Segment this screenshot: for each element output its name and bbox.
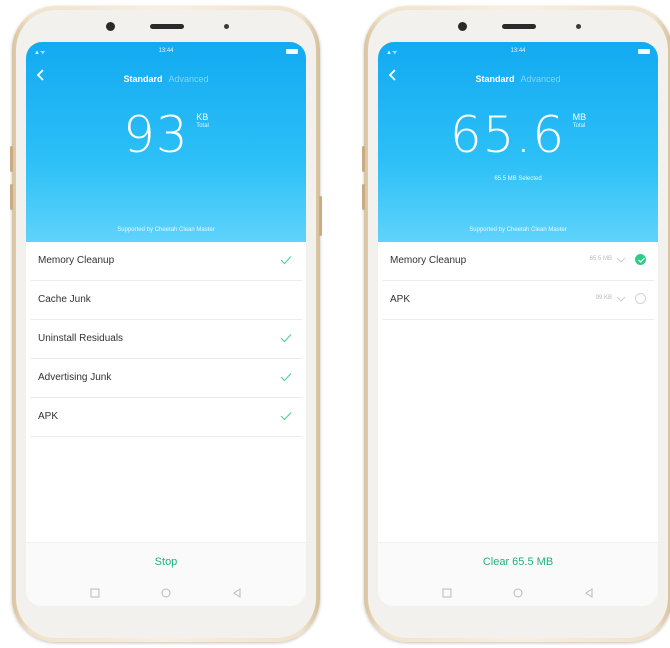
sensor-icon bbox=[576, 24, 581, 29]
list-item-label: APK bbox=[38, 411, 59, 422]
clear-button[interactable]: Clear 65.5 MB bbox=[378, 542, 658, 581]
junk-list: Memory Cleanup 65.5 MB APK 99 KB bbox=[378, 242, 658, 320]
selected-check-icon[interactable] bbox=[635, 254, 646, 265]
status-time: 13:44 bbox=[510, 48, 526, 54]
unselected-circle-icon[interactable] bbox=[635, 293, 646, 304]
list-item[interactable]: Memory Cleanup 65.5 MB bbox=[382, 242, 654, 281]
sensor-icon bbox=[224, 24, 229, 29]
back-icon[interactable] bbox=[584, 588, 594, 598]
unit-box: MB Total bbox=[573, 112, 587, 129]
junk-unit: KB bbox=[196, 112, 209, 122]
tab-standard[interactable]: Standard bbox=[475, 74, 514, 84]
junk-list: Memory Cleanup Cache Junk Uninstall Resi… bbox=[26, 242, 306, 437]
battery-icon bbox=[286, 49, 298, 54]
list-item[interactable]: Advertising Junk bbox=[30, 359, 302, 398]
volume-button bbox=[10, 146, 13, 172]
list-item[interactable]: Memory Cleanup bbox=[30, 242, 302, 281]
list-item-label: APK bbox=[390, 294, 411, 305]
hero-panel: ▲ᯤ 13:44 Standard Advanced 93 KB Total S… bbox=[26, 42, 306, 242]
junk-value: 93 bbox=[123, 106, 189, 164]
list-item-label: Memory Cleanup bbox=[390, 255, 467, 266]
checkmark-icon bbox=[280, 256, 292, 265]
screen-left: ▲ᯤ 13:44 Standard Advanced 93 KB Total S… bbox=[26, 42, 306, 606]
front-camera-icon bbox=[106, 22, 115, 31]
item-size: 99 KB bbox=[595, 295, 612, 301]
volume-button bbox=[362, 184, 365, 210]
home-icon[interactable] bbox=[161, 588, 171, 598]
list-item[interactable]: APK bbox=[30, 398, 302, 437]
list-item-label: Advertising Junk bbox=[38, 372, 112, 383]
selected-size-text: 65.5 MB Selected bbox=[494, 176, 542, 182]
battery-icon bbox=[638, 49, 650, 54]
recent-apps-icon[interactable] bbox=[442, 588, 452, 598]
screen-right: ▲ᯤ 13:44 Standard Advanced 65.6 MB Total… bbox=[378, 42, 658, 606]
stop-button[interactable]: Stop bbox=[26, 542, 306, 581]
junk-value: 65.6 bbox=[449, 106, 566, 164]
phone-left: ▲ᯤ 13:44 Standard Advanced 93 KB Total S… bbox=[10, 6, 322, 642]
tab-standard[interactable]: Standard bbox=[123, 74, 162, 84]
recent-apps-icon[interactable] bbox=[90, 588, 100, 598]
unit-box: KB Total bbox=[196, 112, 209, 129]
system-nav-bar bbox=[378, 580, 658, 606]
list-item-label: Cache Junk bbox=[38, 294, 91, 305]
item-size: 65.5 MB bbox=[589, 256, 612, 262]
status-bar: ▲ᯤ 13:44 bbox=[378, 48, 658, 58]
junk-unit-sub: Total bbox=[196, 123, 209, 129]
support-text: Supported by Cheetah Clean Master bbox=[117, 227, 215, 233]
junk-total: 65.6 MB Total bbox=[378, 106, 658, 164]
chevron-down-icon[interactable] bbox=[616, 255, 626, 265]
phone-right: ▲ᯤ 13:44 Standard Advanced 65.6 MB Total… bbox=[362, 6, 670, 642]
chevron-down-icon[interactable] bbox=[616, 294, 626, 304]
support-text: Supported by Cheetah Clean Master bbox=[469, 227, 567, 233]
list-item[interactable]: Cache Junk bbox=[30, 281, 302, 320]
list-item[interactable]: Uninstall Residuals bbox=[30, 320, 302, 359]
list-item-label: Uninstall Residuals bbox=[38, 333, 124, 344]
tab-advanced[interactable]: Advanced bbox=[521, 74, 561, 84]
speaker-grille bbox=[150, 24, 184, 29]
junk-unit-sub: Total bbox=[572, 123, 586, 129]
checkmark-icon bbox=[280, 412, 292, 421]
back-icon[interactable] bbox=[232, 588, 242, 598]
list-item-label: Memory Cleanup bbox=[38, 255, 115, 266]
junk-total: 93 KB Total bbox=[26, 106, 306, 164]
hero-panel: ▲ᯤ 13:44 Standard Advanced 65.6 MB Total… bbox=[378, 42, 658, 242]
status-time: 13:44 bbox=[158, 48, 174, 54]
tab-advanced[interactable]: Advanced bbox=[169, 74, 209, 84]
speaker-grille bbox=[502, 24, 536, 29]
home-icon[interactable] bbox=[513, 588, 523, 598]
list-item[interactable]: APK 99 KB bbox=[382, 281, 654, 320]
tab-bar: Standard Advanced bbox=[26, 74, 306, 84]
front-camera-icon bbox=[458, 22, 467, 31]
checkmark-icon bbox=[280, 373, 292, 382]
tab-bar: Standard Advanced bbox=[378, 74, 658, 84]
power-button bbox=[319, 196, 322, 236]
volume-button bbox=[362, 146, 365, 172]
checkmark-icon bbox=[280, 334, 292, 343]
volume-button bbox=[10, 184, 13, 210]
system-nav-bar bbox=[26, 580, 306, 606]
junk-unit: MB bbox=[572, 112, 587, 122]
status-bar: ▲ᯤ 13:44 bbox=[26, 48, 306, 58]
